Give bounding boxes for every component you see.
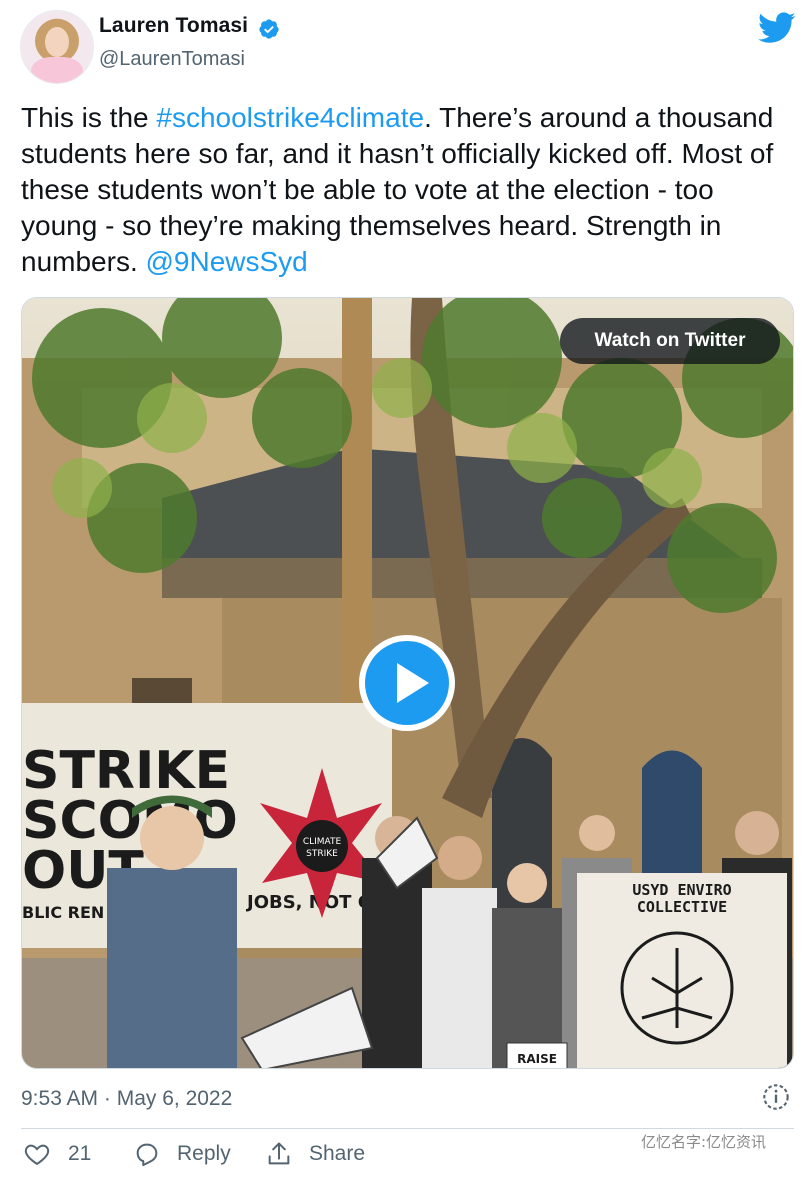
play-button-icon[interactable] (357, 633, 457, 733)
badge-line2: STRIKE (306, 849, 338, 859)
sign-text: RAISE (517, 1052, 557, 1066)
author-name[interactable]: Lauren Tomasi (99, 14, 248, 38)
divider (21, 1128, 794, 1129)
tweet-text-start: This is the (21, 102, 157, 133)
share-icon (268, 1142, 290, 1165)
mention-link[interactable]: @9NewsSyd (146, 246, 308, 277)
tweet-text: This is the #schoolstrike4climate. There… (21, 100, 796, 280)
banner-right-line2: COLLECTIVE (637, 898, 727, 916)
info-icon[interactable] (762, 1083, 790, 1111)
hashtag-link[interactable]: #schoolstrike4climate (156, 102, 424, 133)
watermark-text: 亿忆名字:亿忆资讯 (641, 1133, 767, 1151)
like-button[interactable]: 21 (23, 1140, 91, 1168)
banner-right-line1: USYD ENVIRO (632, 881, 731, 899)
share-label: Share (309, 1142, 366, 1165)
author-handle[interactable]: @LaurenTomasi (99, 48, 245, 71)
reply-label: Reply (177, 1142, 231, 1165)
share-button[interactable]: Share (265, 1140, 365, 1168)
reply-button[interactable]: Reply (133, 1140, 231, 1168)
author-avatar[interactable] (20, 10, 94, 84)
twitter-bird-icon[interactable] (758, 12, 796, 44)
like-count: 21 (68, 1142, 92, 1165)
watch-on-twitter-button[interactable]: Watch on Twitter (560, 318, 780, 364)
verified-badge-icon (259, 19, 279, 39)
badge-line1: CLIMATE (303, 837, 342, 847)
reply-icon (136, 1143, 158, 1167)
heart-icon (24, 1144, 50, 1166)
banner-left-bottom: BLIC REN (22, 903, 104, 922)
tweet-timestamp[interactable]: 9:53 AM · May 6, 2022 (21, 1087, 232, 1111)
